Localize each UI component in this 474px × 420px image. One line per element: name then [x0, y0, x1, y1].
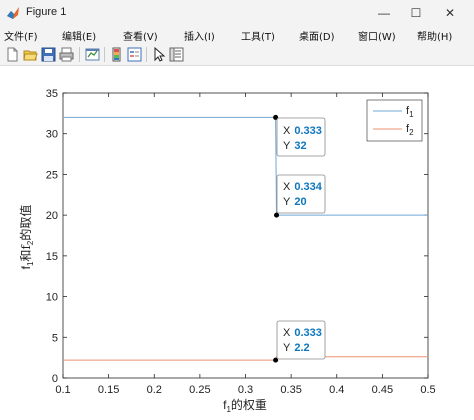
- datatip-x-label: X: [283, 181, 291, 193]
- y-tick-label: 5: [52, 332, 58, 344]
- datatip-box[interactable]: X 0.333 Y 2.2: [276, 320, 326, 360]
- y-tick-label: 35: [46, 88, 58, 100]
- maximize-button[interactable]: ☐: [398, 0, 434, 26]
- window-title: Figure 1: [26, 6, 67, 18]
- figure-canvas: 0.1 0.15 0.2 0.25 0.3 0.35 0.4 0.45 0.5 0 5 10 15 20…: [0, 67, 474, 420]
- menu-insert[interactable]: 插入(I): [184, 28, 215, 43]
- datatip-x-value: 0.333: [294, 125, 322, 137]
- y-tick-label: 25: [46, 169, 58, 181]
- menu-file[interactable]: 文件(F): [4, 28, 38, 43]
- legend-box: [366, 99, 423, 142]
- matlab-icon: [7, 7, 19, 19]
- x-tick-label: 0.35: [280, 384, 301, 396]
- menu-tools[interactable]: 工具(T): [241, 28, 275, 43]
- minimize-button[interactable]: —: [366, 0, 402, 26]
- x-tick-label: 0.25: [189, 384, 210, 396]
- open-folder-icon[interactable]: [22, 46, 39, 63]
- x-tick-label: 0.4: [329, 384, 344, 396]
- new-file-icon[interactable]: [4, 46, 21, 63]
- toolbar-separator: [104, 47, 105, 62]
- colorbar-icon[interactable]: [108, 46, 125, 63]
- y-tick-label: 30: [46, 129, 58, 141]
- y-tick-label: 15: [46, 251, 58, 263]
- datatip-y-value: 2.2: [294, 342, 309, 354]
- svg-text:Y32: Y 32: [283, 140, 307, 152]
- menu-edit[interactable]: 编辑(E): [62, 28, 96, 43]
- property-editor-icon[interactable]: [168, 46, 185, 63]
- menu-help[interactable]: 帮助(H): [417, 28, 452, 43]
- link-plot-icon[interactable]: [84, 46, 101, 63]
- datatip-y-label: Y: [283, 342, 291, 354]
- svg-text:X0.333: X 0.333: [283, 125, 322, 137]
- x-axis-label: f1的权重: [223, 397, 267, 414]
- datatip-x-label: X: [283, 327, 291, 339]
- figure-toolbar: [0, 43, 474, 66]
- legend[interactable]: f1 f2: [366, 99, 423, 142]
- y-axis-label: f1和f2的取值: [18, 205, 35, 270]
- datatip-y-value: 32: [294, 140, 306, 152]
- y-tick-label: 10: [46, 292, 58, 304]
- svg-text:Y2.2: Y 2.2: [283, 342, 310, 354]
- x-tick-label: 0.1: [55, 384, 70, 396]
- title-bar: Figure 1 — ☐ ✕: [0, 0, 474, 26]
- datatip-y-label: Y: [283, 140, 291, 152]
- minimize-icon: —: [378, 6, 390, 20]
- menu-view[interactable]: 查看(V): [123, 28, 158, 43]
- print-icon[interactable]: [58, 46, 75, 63]
- datatip-x-value: 0.334: [294, 181, 322, 193]
- close-icon: ✕: [444, 6, 456, 20]
- x-tick-label: 0.45: [372, 384, 393, 396]
- toolbar-separator: [146, 47, 147, 62]
- datatip-y-value: 20: [294, 196, 306, 208]
- menu-bar: 文件(F) 编辑(E) 查看(V) 插入(I) 工具(T) 桌面(D) 窗口(W…: [0, 26, 474, 43]
- datatip-box[interactable]: X 0.333 Y 32: [276, 117, 326, 157]
- save-icon[interactable]: [40, 46, 57, 63]
- x-tick-label: 0.3: [238, 384, 253, 396]
- svg-text:X0.334: X 0.334: [283, 181, 323, 193]
- toolbar-separator: [79, 47, 80, 62]
- menu-desktop[interactable]: 桌面(D): [299, 28, 335, 43]
- datatip-x-value: 0.333: [294, 327, 322, 339]
- datatip-x-label: X: [283, 125, 291, 137]
- svg-text:X0.333: X 0.333: [283, 327, 322, 339]
- datatip-marker[interactable]: [274, 212, 280, 218]
- legend-icon[interactable]: [126, 46, 143, 63]
- datatip-box[interactable]: X 0.334 Y 20: [276, 174, 326, 214]
- x-tick-label: 0.15: [98, 384, 119, 396]
- svg-text:Y20: Y 20: [283, 196, 307, 208]
- pointer-icon[interactable]: [150, 46, 167, 63]
- menu-window[interactable]: 窗口(W): [358, 28, 396, 43]
- line-chart[interactable]: 0.1 0.15 0.2 0.25 0.3 0.35 0.4 0.45 0.5 0 5 10 15 20…: [0, 67, 474, 420]
- x-tick-label: 0.2: [147, 384, 162, 396]
- y-tick-label: 0: [52, 373, 58, 385]
- x-tick-label: 0.5: [420, 384, 435, 396]
- datatip-y-label: Y: [283, 196, 291, 208]
- close-button[interactable]: ✕: [432, 0, 468, 26]
- maximize-icon: ☐: [410, 6, 422, 20]
- y-tick-label: 20: [46, 210, 58, 222]
